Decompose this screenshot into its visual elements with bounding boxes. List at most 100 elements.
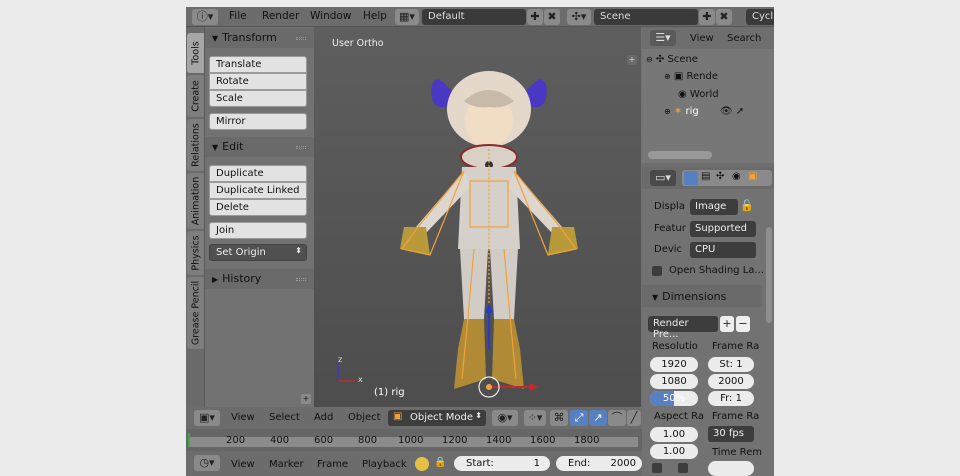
remove-layout-icon[interactable]: ✖ [544, 9, 560, 25]
autokey-icon[interactable] [415, 457, 429, 471]
border-checkbox[interactable] [652, 463, 662, 473]
translate-button[interactable]: Translate [209, 56, 307, 73]
properties-editor-type-icon[interactable]: ▭▾ [650, 170, 676, 186]
menu-view[interactable]: View [231, 459, 255, 470]
menu-select[interactable]: Select [269, 412, 300, 423]
tab-tools[interactable]: Tools [187, 33, 204, 73]
outliner-scrollbar[interactable] [648, 151, 712, 159]
add-icon[interactable]: + [627, 55, 637, 65]
pivot-point-icon[interactable]: ⁘▾ [524, 410, 546, 426]
resolution-y-field[interactable]: 1080 [650, 374, 698, 389]
scale-button[interactable]: Scale [209, 90, 307, 107]
time-remap-field[interactable] [708, 461, 754, 476]
scale-manipulator-icon[interactable]: ⌒ [608, 410, 626, 426]
frame-end-field[interactable]: 2000 [708, 374, 754, 389]
info-editor-type-button[interactable]: ⓘ▾ [192, 9, 218, 25]
menu-add[interactable]: Add [314, 412, 333, 423]
tab-grease-pencil[interactable]: Grease Pencil [187, 277, 204, 349]
timeline-editor-type-icon[interactable]: ◷▾ [194, 455, 220, 471]
tree-row-scene[interactable]: ⊖ ✣ Scene [646, 54, 698, 65]
translate-manipulator-icon[interactable]: ⤢ [570, 410, 588, 426]
3d-viewport[interactable]: User Ortho + z x (1) rig [314, 27, 641, 407]
lock-icon[interactable]: 🔓 [740, 199, 754, 212]
crop-checkbox[interactable] [678, 463, 688, 473]
tree-row-render-layers[interactable]: ⊕ ▣ Rende [664, 71, 718, 82]
aspect-y-field[interactable]: 1.00 [650, 444, 698, 459]
drag-grip-icon[interactable] [296, 278, 306, 281]
object-tab-icon[interactable]: ▣ [748, 171, 757, 182]
remove-scene-icon[interactable]: ✖ [716, 9, 732, 25]
tab-relations[interactable]: Relations [187, 119, 204, 171]
outliner-search-menu[interactable]: Search [727, 33, 761, 44]
render-presets-dropdown[interactable]: Render Pre... [648, 316, 718, 340]
add-icon[interactable]: + [301, 394, 311, 404]
menu-file[interactable]: File [229, 10, 247, 22]
eye-icon[interactable]: 👁 [720, 106, 733, 117]
render-engine-field[interactable]: Cycl [746, 9, 774, 25]
resolution-percentage-slider[interactable]: 50% [650, 391, 698, 406]
dimensions-panel-header[interactable]: ▼ Dimensions [642, 285, 762, 307]
rotate-button[interactable]: Rotate [209, 73, 307, 90]
drag-grip-icon[interactable] [296, 146, 306, 149]
remove-preset-icon[interactable]: − [736, 316, 750, 332]
viewport-shading-icon[interactable]: ◉▾ [492, 410, 518, 426]
world-tab-icon[interactable]: ◉ [732, 171, 741, 182]
tab-animation[interactable]: Animation [187, 173, 204, 229]
menu-view[interactable]: View [231, 412, 255, 423]
duplicate-linked-button[interactable]: Duplicate Linked [209, 182, 307, 199]
menu-marker[interactable]: Marker [269, 459, 304, 470]
render-tab-icon[interactable] [684, 171, 698, 185]
screen-layout-field[interactable]: Default [422, 9, 526, 25]
mirror-button[interactable]: Mirror [209, 113, 307, 130]
add-scene-icon[interactable]: ✚ [699, 9, 715, 25]
resolution-x-field[interactable]: 1920 [650, 357, 698, 372]
aspect-x-field[interactable]: 1.00 [650, 427, 698, 442]
outliner-editor-type-icon[interactable]: ☰▾ [650, 30, 676, 46]
menu-render[interactable]: Render [262, 10, 299, 22]
delete-button[interactable]: Delete [209, 199, 307, 216]
tree-row-rig[interactable]: ⊕ ✶ rig 👁 ➚ [664, 106, 744, 117]
interaction-mode-dropdown[interactable]: ▣ Object Mode ⬍ [388, 410, 486, 426]
transform-orientation-icon[interactable]: ╱ [627, 410, 641, 426]
tree-row-world[interactable]: ◉ World [678, 89, 719, 100]
manipulator-toggle-icon[interactable]: ⌘ [550, 410, 568, 426]
tab-physics[interactable]: Physics [187, 231, 204, 275]
end-frame-field[interactable]: End: 2000 [556, 456, 642, 471]
menu-help[interactable]: Help [363, 10, 387, 22]
frame-rate-dropdown[interactable]: 30 fps [708, 426, 754, 442]
device-dropdown[interactable]: CPU [690, 242, 756, 258]
add-layout-icon[interactable]: ✚ [527, 9, 543, 25]
duplicate-button[interactable]: Duplicate [209, 165, 307, 182]
timeline-ruler[interactable]: 200 400 600 800 1000 1200 1400 1600 1800 [186, 429, 642, 451]
menu-window[interactable]: Window [310, 10, 351, 22]
menu-frame[interactable]: Frame [317, 459, 348, 470]
layout-grid-icon[interactable]: ▦▾ [395, 9, 419, 25]
outliner-view-menu[interactable]: View [690, 33, 714, 44]
transform-panel-header[interactable]: ▼ Transform [205, 28, 314, 48]
drag-grip-icon[interactable] [296, 37, 306, 40]
menu-object[interactable]: Object [348, 412, 381, 423]
scene-icon[interactable]: ✣▾ [567, 9, 591, 25]
lock-icon[interactable]: 🔒 [434, 457, 446, 468]
character-rig-model[interactable] [354, 49, 614, 399]
feature-set-dropdown[interactable]: Supported [690, 221, 756, 237]
set-origin-dropdown[interactable]: Set Origin ⬍ [209, 244, 307, 261]
menu-playback[interactable]: Playback [362, 459, 407, 470]
frame-start-field[interactable]: St: 1 [708, 357, 754, 372]
scene-field[interactable]: Scene [594, 9, 698, 25]
editor-type-cube-icon[interactable]: ▣▾ [194, 410, 220, 426]
frame-step-field[interactable]: Fr: 1 [708, 391, 754, 406]
rotate-manipulator-icon[interactable]: ↗ [589, 410, 607, 426]
edit-panel-header[interactable]: ▼ Edit [205, 137, 314, 157]
history-panel-header[interactable]: ▶ History [205, 269, 314, 289]
properties-scrollbar[interactable] [766, 227, 772, 323]
start-frame-field[interactable]: Start: 1 [454, 456, 550, 471]
display-dropdown[interactable]: Image [690, 199, 738, 215]
open-shading-checkbox[interactable] [652, 266, 662, 276]
join-button[interactable]: Join [209, 222, 307, 239]
add-preset-icon[interactable]: + [720, 316, 734, 332]
scene-tab-icon[interactable]: ✣ [716, 171, 724, 182]
current-frame-marker[interactable] [188, 433, 190, 447]
select-cursor-icon[interactable]: ➚ [736, 106, 744, 117]
tab-create[interactable]: Create [187, 75, 204, 117]
